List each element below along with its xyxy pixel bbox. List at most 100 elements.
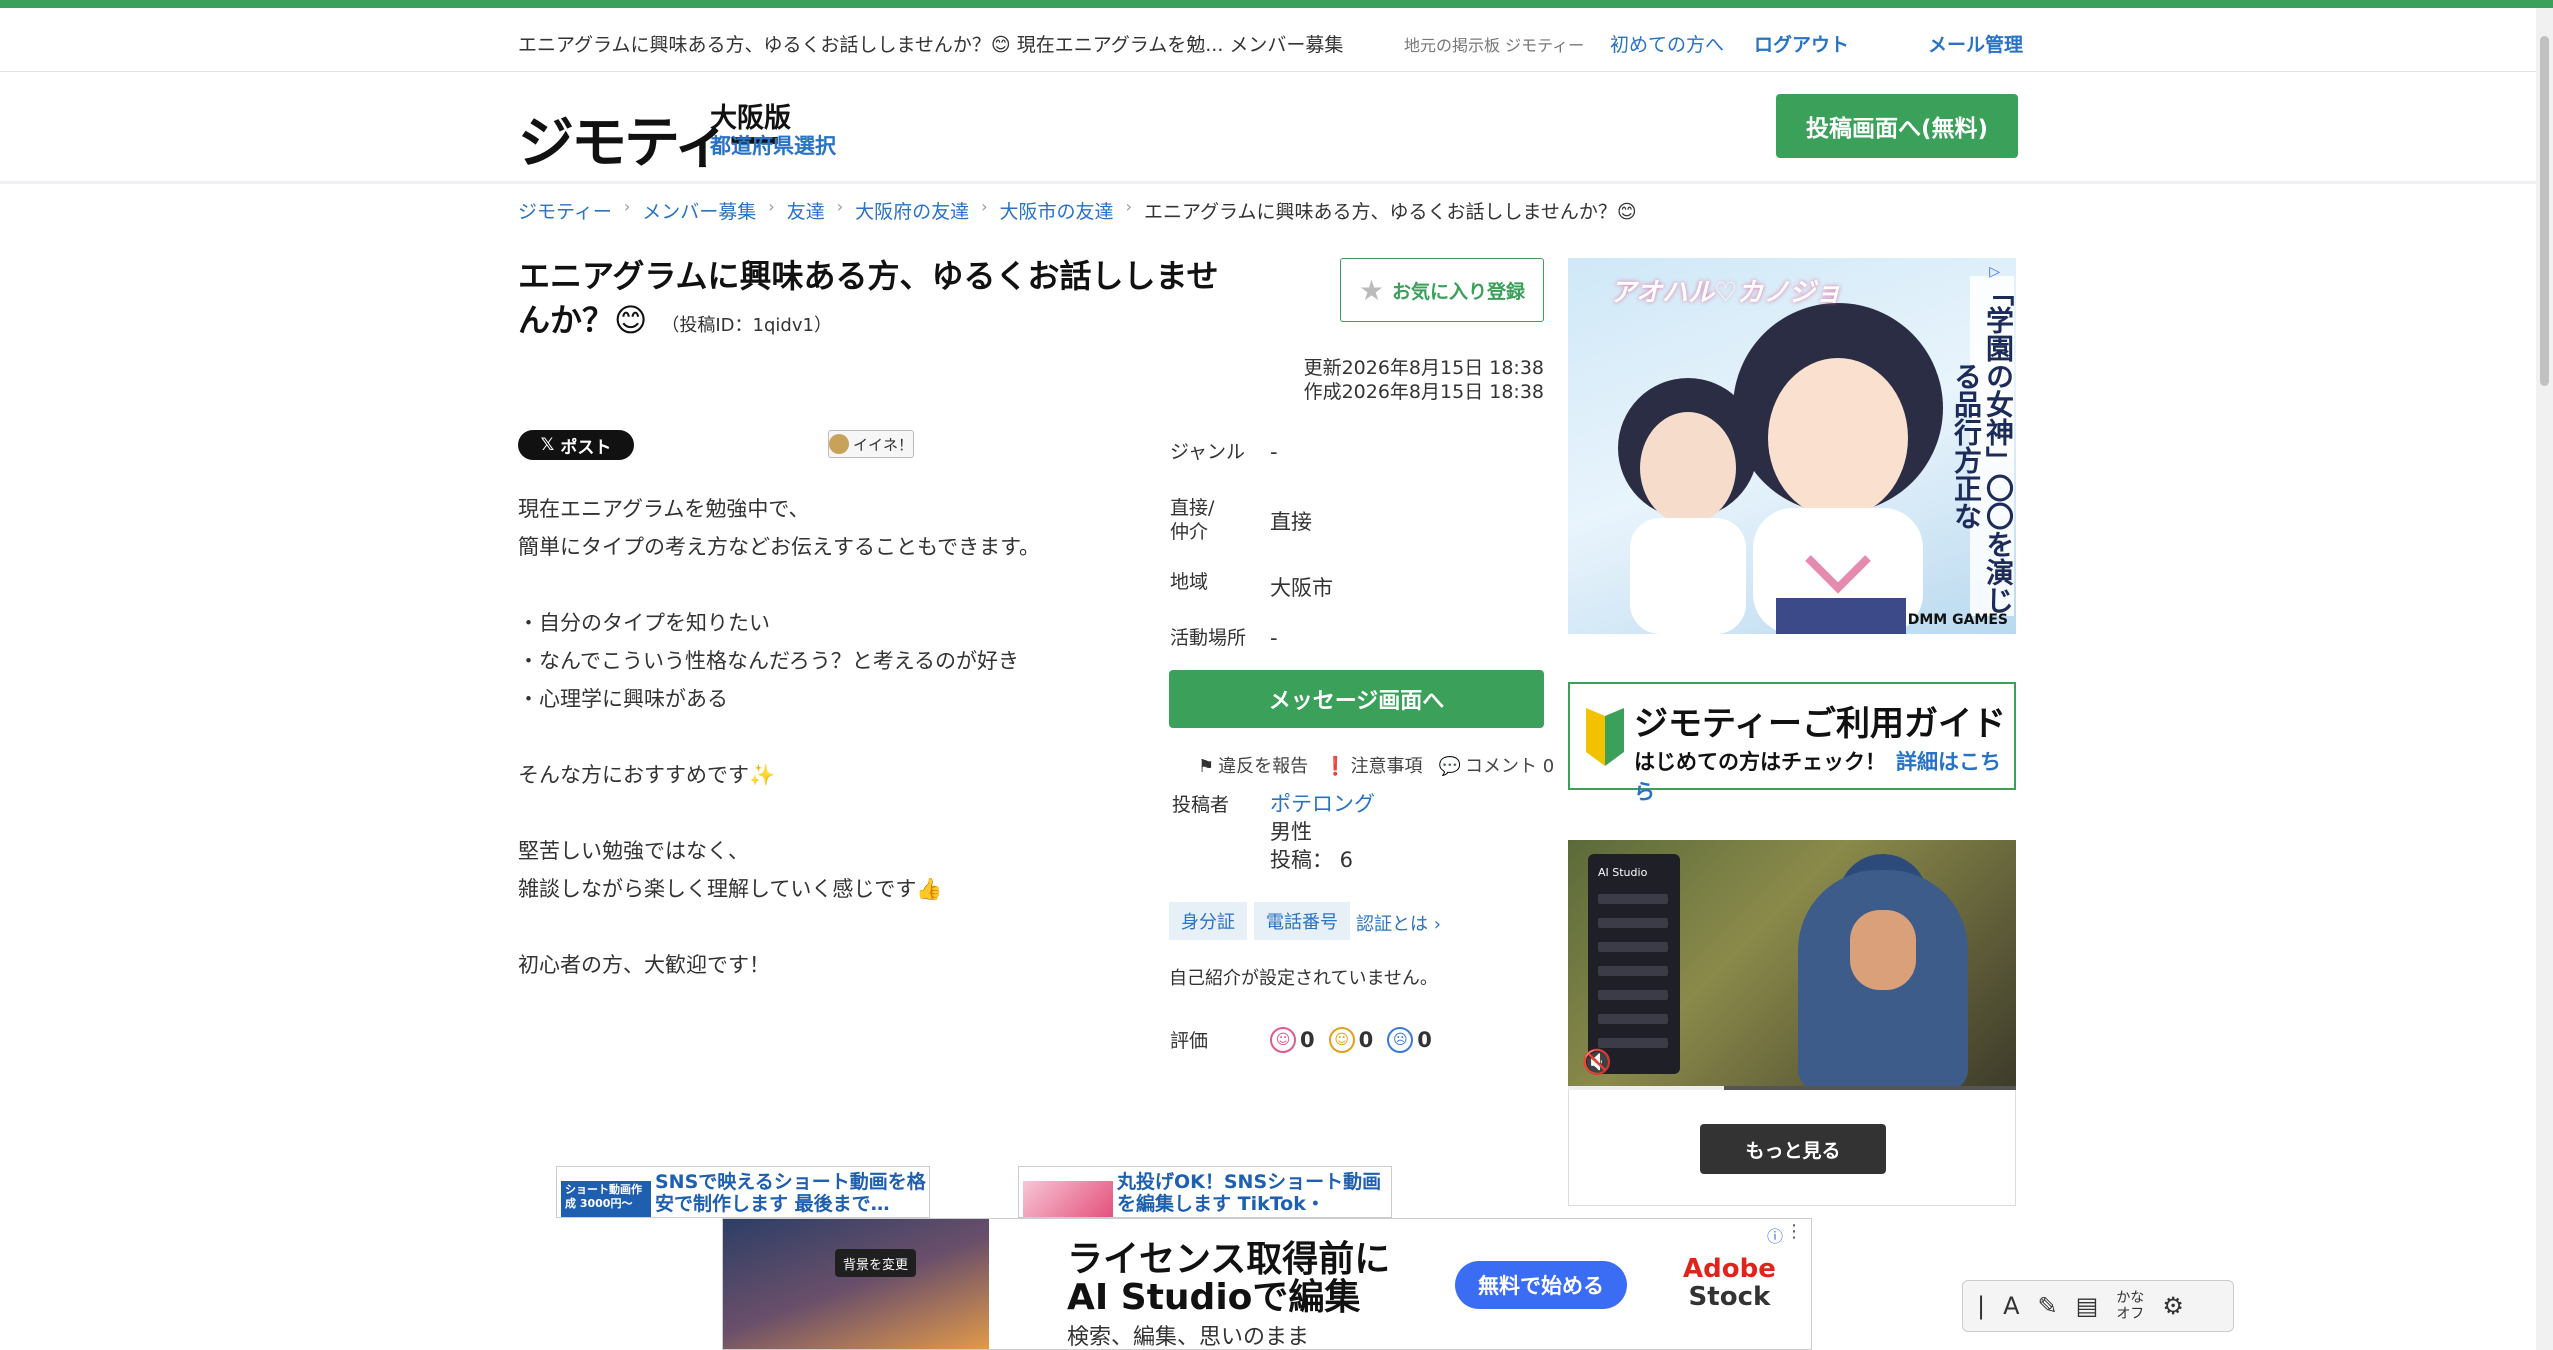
mail-settings-link[interactable]: メール管理 [1928,30,2023,57]
panel-row [1598,1038,1668,1048]
guide-subtitle: はじめての方はチェック！ 詳細はこちら [1634,746,2014,806]
iine-button[interactable]: イイネ！ [828,430,914,458]
place-value: - [1270,626,1278,650]
beginner-mark-icon [1586,708,1624,766]
see-more-button[interactable]: もっと見る [1700,1124,1886,1174]
updated-date: 更新2026年8月15日 18:38 [1303,357,1544,379]
area-label: 地域 [1170,571,1209,593]
x-post-button[interactable]: 𝕏 ポスト [518,430,634,460]
iine-icon [829,434,849,454]
ime-font-icon[interactable]: A [2003,1292,2019,1320]
self-intro: 自己紹介が設定されていません。 [1169,968,1438,989]
scrollbar-thumb[interactable] [2540,36,2549,386]
panel-row [1598,990,1668,1000]
poster-gender: 男性 [1270,820,1312,844]
panel-row [1598,918,1668,928]
poster-post-count: 投稿： 6 [1270,848,1354,872]
game-ad-illustration [1618,303,1943,634]
guide-subtitle-text: はじめての方はチェック！ [1634,750,1886,774]
caution-link[interactable]: ❗ 注意事項 [1324,752,1422,778]
page-scrollbar[interactable] [2536,8,2553,1350]
badge-phone-verified: 電話番号 [1254,902,1350,940]
site-header: ジモティー 大阪版 都道府県選択 投稿画面へ(無料) [0,72,2553,184]
usage-guide-banner[interactable]: ジモティーご利用ガイド はじめての方はチェック！ 詳細はこちら [1568,682,2016,804]
comment-link[interactable]: 💬 コメント 0 [1439,752,1555,778]
bottom-ad-brand-2: Stock [1688,1282,1771,1312]
inline-ad-2[interactable]: 丸投げOK！SNSショート動画を編集します TikTok・Insta… [1018,1166,1392,1218]
breadcrumb-separator: › [1125,197,1132,216]
created-date: 作成2026年8月15日 18:38 [1303,381,1544,403]
video-editor-panel: AI Studio [1588,854,1680,1074]
game-ad-brand: アオハル♡カノジョ [1610,278,1842,308]
rating-bad-count: 0 [1417,1027,1432,1052]
bottom-ad-photo [723,1219,989,1349]
inline-ad-2-thumb [1023,1181,1113,1217]
breadcrumb-item-friends[interactable]: 友達 [787,197,825,224]
rating-normal-count: 0 [1358,1027,1374,1052]
bottom-banner-ad[interactable]: 背景を変更 ライセンス取得前に AI Studioで編集 検索、編集、思いのまま … [722,1218,1812,1350]
post-button[interactable]: 投稿画面へ(無料) [1776,94,2018,158]
favorite-button-label: お気に入り登録 [1392,280,1526,303]
iine-label: イイネ！ [853,435,914,454]
area-link[interactable]: 大阪市 [1270,572,1333,602]
panel-row [1598,966,1668,976]
x-post-label: ポスト [560,437,612,458]
game-ad-banner[interactable]: アオハル♡カノジョ 「学園の女神」〇〇を演じる品行方正な DMM GAMES ▷ [1568,258,2016,634]
direct-label-line1: 直接/ [1170,497,1215,519]
place-label: 活動場所 [1170,627,1247,649]
ime-kana-toggle[interactable]: かな オフ [2116,1290,2144,1322]
page-title-text: エニアグラムに興味ある方、ゆるくお話ししませんか？😊 [518,257,1219,339]
bottom-ad-brand: Adobe Stock [1683,1255,1776,1311]
bottom-ad-subline: 検索、編集、思いのまま [1067,1325,1310,1350]
ime-grip-icon[interactable]: | [1977,1292,1985,1320]
ime-settings-gear-icon[interactable]: ⚙ [2162,1292,2184,1320]
ad-info-icon[interactable]: ⓘ [1767,1223,1783,1247]
panel-row [1598,1014,1668,1024]
breadcrumb-item-home[interactable]: ジモティー [518,197,612,224]
message-button[interactable]: メッセージ画面へ [1169,670,1544,728]
top-accent-line [0,0,2553,8]
breadcrumb: ジモティー › メンバー募集 › 友達 › 大阪府の友達 › 大阪市の友達 › エニアグラ… [518,197,1637,224]
ime-toolbar: | A ✎ ▤ かな オフ ⚙ [1962,1280,2234,1332]
page-title: エニアグラムに興味ある方、ゆるくお話ししませんか？😊 （投稿ID：1qidv1） [518,254,1238,348]
ime-handwrite-icon[interactable]: ✎ [2038,1292,2058,1320]
ime-kana-bottom: オフ [2116,1306,2145,1322]
first-time-link[interactable]: 初めての方へ [1610,30,1724,57]
logout-link[interactable]: ログアウト [1754,30,1849,57]
ad-choices-icon[interactable]: ▷ [1989,264,2000,280]
breadcrumb-item-osaka-city[interactable]: 大阪市の友達 [1000,197,1114,224]
caution-label: 注意事項 [1350,756,1423,777]
poster-name-link[interactable]: ポテロング [1270,788,1375,818]
rating: 評価 ☺ 0 ☺ 0 ☹ 0 [1170,1026,1446,1053]
good-face-icon: ☺ [1270,1026,1296,1053]
post-action-links: ⚑ 違反を報告 ❗ 注意事項 💬 コメント 0 [1198,752,1554,778]
genre-value: - [1270,440,1278,464]
bottom-ad-cta-button[interactable]: 無料で始める [1455,1261,1627,1309]
rating-label: 評価 [1170,1030,1209,1052]
video-person-face [1850,910,1916,990]
prefecture-select-link[interactable]: 都道府県選択 [710,130,836,160]
inline-ad-1[interactable]: ショート動画作成 3000円〜 SNSで映えるショート動画を格安で制作します 最… [556,1166,930,1218]
bottom-ad-brand-1: Adobe [1683,1254,1776,1284]
report-link[interactable]: ⚑ 違反を報告 [1198,752,1308,778]
mute-icon[interactable]: 🔇 [1582,1048,1612,1076]
verify-info-link[interactable]: 認証とは › [1356,910,1441,936]
report-label: 違反を報告 [1218,756,1309,777]
video-ad[interactable]: AI Studio 🔇 [1568,840,2016,1090]
panel-row [1598,942,1668,952]
genre-label: ジャンル [1170,441,1246,463]
bottom-ad-headline-1: ライセンス取得前に [1067,1239,1391,1280]
breadcrumb-item-current: エニアグラムに興味ある方、ゆるくお話ししませんか？😊 [1143,201,1637,223]
breadcrumb-item-member[interactable]: メンバー募集 [642,197,756,224]
ad-menu-icon[interactable]: ⋮ [1785,1221,1803,1242]
favorite-button[interactable]: ★ お気に入り登録 [1340,258,1544,322]
bottom-ad-headline: ライセンス取得前に AI Studioで編集 [1067,1241,1390,1317]
inline-ad-2-text: 丸投げOK！SNSショート動画を編集します TikTok・Insta… [1117,1171,1382,1217]
ime-dictionary-icon[interactable]: ▤ [2076,1292,2099,1320]
comment-icon: 💬 [1438,756,1461,777]
breadcrumb-item-osaka-pref[interactable]: 大阪府の友達 [855,197,969,224]
post-body: 現在エニアグラムを勉強中で、 簡単にタイプの考え方などお伝えすることもできます。… [518,497,1041,977]
inline-ad-1-thumb: ショート動画作成 3000円〜 [561,1181,651,1217]
direct-value: 直接 [1270,510,1312,534]
poster-label: 投稿者 [1172,794,1230,816]
